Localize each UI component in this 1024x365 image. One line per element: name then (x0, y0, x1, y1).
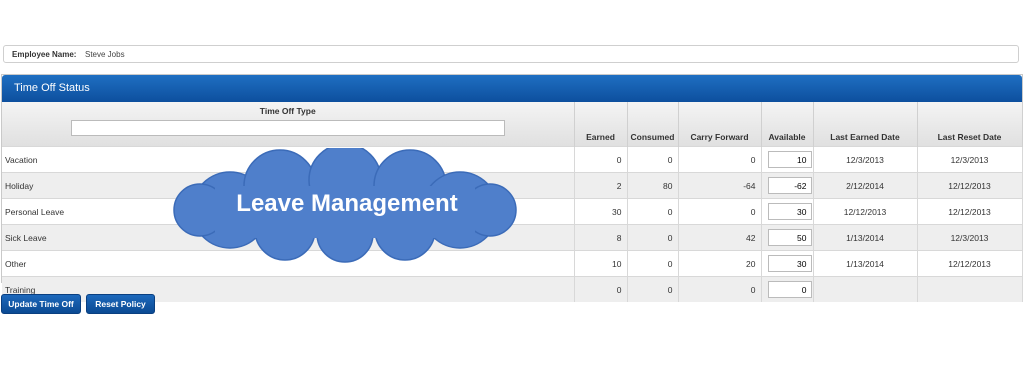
reset-policy-button[interactable]: Reset Policy (86, 294, 155, 314)
cell-last-reset: 12/12/2013 (917, 198, 1023, 225)
time-off-type-filter-input[interactable] (70, 120, 505, 136)
cell-last-reset (917, 276, 1023, 302)
cell-earned: 2 (574, 172, 628, 199)
cell-consumed: 0 (627, 250, 679, 277)
update-time-off-button[interactable]: Update Time Off (1, 294, 81, 314)
cell-carry-forward: 20 (678, 250, 762, 277)
cell-last-reset: 12/12/2013 (917, 172, 1023, 199)
cell-earned: 0 (574, 276, 628, 302)
cell-last-earned: 1/13/2014 (813, 224, 918, 251)
employee-name-value: Steve Jobs (85, 50, 125, 59)
cell-last-reset: 12/12/2013 (917, 250, 1023, 277)
cell-carry-forward: 0 (678, 146, 762, 173)
cell-earned: 8 (574, 224, 628, 251)
col-header-last-earned[interactable]: Last Earned Date (813, 102, 918, 147)
cell-carry-forward: 0 (678, 276, 762, 302)
cell-consumed: 0 (627, 198, 679, 225)
cell-available (761, 198, 814, 225)
col-header-available[interactable]: Available (761, 102, 814, 147)
cell-available (761, 146, 814, 173)
cell-available (761, 172, 814, 199)
col-header-last-reset[interactable]: Last Reset Date (917, 102, 1023, 147)
col-header-type: Time Off Type (2, 102, 575, 147)
col-header-carry-forward[interactable]: Carry Forward (678, 102, 762, 147)
cell-earned: 10 (574, 250, 628, 277)
cell-earned: 0 (574, 146, 628, 173)
available-input[interactable] (767, 177, 812, 194)
cell-available (761, 224, 814, 251)
cell-consumed: 80 (627, 172, 679, 199)
cell-earned: 30 (574, 198, 628, 225)
available-input[interactable] (767, 255, 812, 272)
col-header-earned[interactable]: Earned (574, 102, 628, 147)
available-input[interactable] (767, 151, 812, 168)
cell-last-earned: 12/3/2013 (813, 146, 918, 173)
cell-last-earned: 1/13/2014 (813, 250, 918, 277)
cell-consumed: 0 (627, 224, 679, 251)
cell-consumed: 0 (627, 146, 679, 173)
leave-management-callout-text: Leave Management (236, 190, 458, 217)
cell-carry-forward: 0 (678, 198, 762, 225)
table-row: Training 0 0 0 (2, 276, 1023, 302)
cell-last-reset: 12/3/2013 (917, 146, 1023, 173)
cell-last-earned (813, 276, 918, 302)
cell-carry-forward: -64 (678, 172, 762, 199)
col-header-type-label: Time Off Type (259, 106, 316, 116)
cell-available (761, 250, 814, 277)
panel-title: Time Off Status (2, 75, 1022, 102)
cell-last-earned: 2/12/2014 (813, 172, 918, 199)
cell-consumed: 0 (627, 276, 679, 302)
available-input[interactable] (767, 203, 812, 220)
employee-name-label: Employee Name: (12, 50, 77, 59)
employee-name-box: Employee Name: Steve Jobs (3, 45, 1019, 63)
cell-carry-forward: 42 (678, 224, 762, 251)
available-input[interactable] (767, 229, 812, 246)
cell-last-earned: 12/12/2013 (813, 198, 918, 225)
table-header-row: Time Off Type Earned Consumed Carry Forw… (2, 102, 1023, 147)
col-header-consumed[interactable]: Consumed (627, 102, 679, 147)
cell-available (761, 276, 814, 302)
cell-last-reset: 12/3/2013 (917, 224, 1023, 251)
available-input[interactable] (767, 281, 812, 298)
